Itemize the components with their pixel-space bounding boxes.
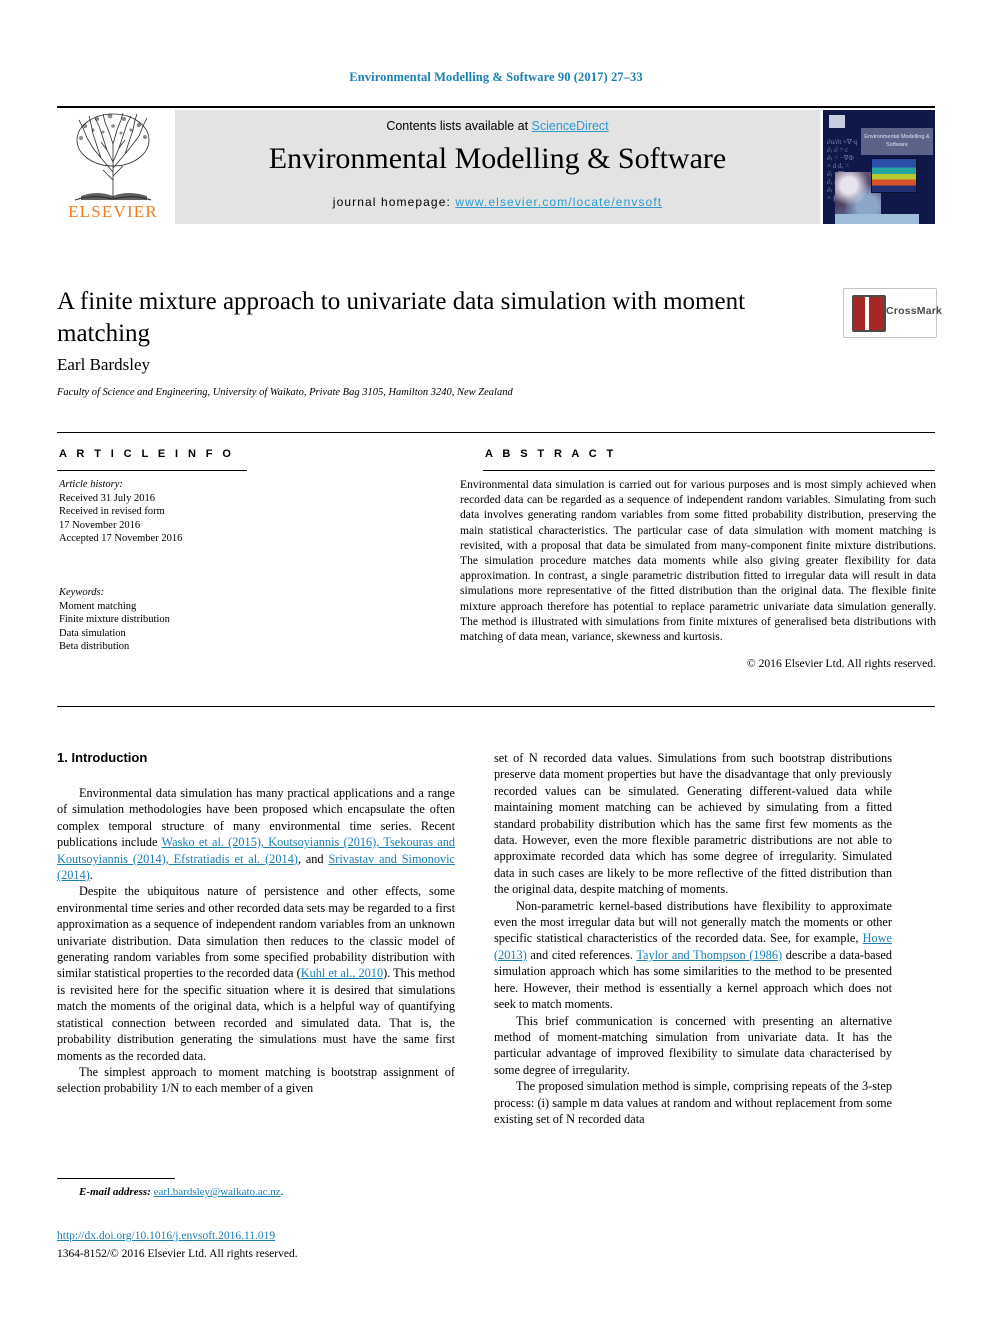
contents-prefix: Contents lists available at	[386, 119, 532, 133]
issn-copyright-line: 1364-8152/© 2016 Elsevier Ltd. All right…	[57, 1248, 298, 1260]
page-title: A finite mixture approach to univariate …	[57, 288, 746, 347]
email-suffix: .	[280, 1186, 284, 1198]
body-column-right: set of N recorded data values. Simulatio…	[494, 750, 892, 1127]
email-link[interactable]: earl.bardsley@waikato.ac.nz	[154, 1186, 281, 1198]
body-paragraph: The simplest approach to moment matching…	[57, 1064, 455, 1097]
abstract-heading: A B S T R A C T	[485, 448, 617, 460]
paragraph-text: and cited references.	[526, 947, 637, 962]
paragraph-text: set of N recorded data values. Simulatio…	[494, 751, 892, 897]
article-history-line: Received in revised form	[59, 506, 165, 518]
email-label: E-mail address:	[79, 1186, 151, 1198]
paragraph-text: , and	[297, 851, 329, 866]
keywords-list: Keywords: Moment matching Finite mixture…	[59, 586, 259, 654]
journal-cover-thumbnail: ∂u/∂t +∇·q∂ₓ ∂ = c∂ₜ = −∇Φ+ d dₓ =∂ₜ +∇²…	[823, 110, 935, 224]
journal-homepage-line: journal homepage: www.elsevier.com/locat…	[175, 195, 820, 209]
elsevier-logo: ELSEVIER	[57, 108, 169, 226]
keyword-item: Moment matching	[59, 600, 137, 612]
body-column-left: 1. Introduction Environmental data simul…	[57, 750, 455, 1097]
citation-link[interactable]: Taylor and Thompson (1986)	[636, 948, 782, 962]
elsevier-tree-icon	[74, 112, 152, 201]
body-paragraph: Environmental data simulation has many p…	[57, 785, 455, 883]
author-name: Earl Bardsley	[57, 355, 150, 374]
corresponding-email-line: E-mail address: earl.bardsley@waikato.ac…	[57, 1186, 457, 1198]
left-paragraphs: Environmental data simulation has many p…	[57, 785, 455, 1097]
right-paragraphs: set of N recorded data values. Simulatio…	[494, 750, 892, 1127]
paragraph-text: This brief communication is concerned wi…	[494, 1013, 892, 1077]
body-paragraph: This brief communication is concerned wi…	[494, 1013, 892, 1079]
paragraph-text: The proposed simulation method is simple…	[494, 1079, 892, 1126]
author-affiliation: Faculty of Science and Engineering, Univ…	[57, 387, 513, 398]
running-head: Environmental Modelling & Software 90 (2…	[349, 70, 643, 84]
crossmark-label: CrossMark	[886, 305, 943, 317]
paragraph-text: The simplest approach to moment matching…	[57, 1064, 455, 1096]
article-history: Article history: Received 31 July 2016 R…	[59, 478, 259, 546]
contents-line: Contents lists available at ScienceDirec…	[175, 119, 820, 133]
paragraph-text: ). This method is revisited here for the…	[57, 966, 455, 1063]
article-page: Environmental Modelling & Software 90 (2…	[0, 0, 992, 1323]
article-history-line: 17 November 2016	[59, 519, 141, 531]
paragraph-text: Non-parametric kernel-based distribution…	[494, 898, 892, 946]
article-history-label: Article history:	[59, 479, 123, 490]
cover-title-band: Environmental Modelling & Software	[861, 128, 933, 155]
body-paragraph: set of N recorded data values. Simulatio…	[494, 750, 892, 898]
homepage-prefix: journal homepage:	[332, 195, 456, 209]
abstract-text: Environmental data simulation is carried…	[460, 478, 936, 644]
keywords-label: Keywords:	[59, 587, 105, 598]
elsevier-wordmark: ELSEVIER	[68, 202, 158, 221]
section-heading-introduction: 1. Introduction	[57, 750, 148, 765]
abstract-copyright: © 2016 Elsevier Ltd. All rights reserved…	[746, 657, 936, 670]
abstract-band-bottom-rule	[57, 706, 935, 707]
keyword-item: Finite mixture distribution	[59, 614, 170, 626]
citation-link[interactable]: Kuhl et al., 2010	[301, 966, 383, 980]
crossmark-badge[interactable]: CrossMark	[843, 288, 942, 338]
paragraph-text: .	[89, 868, 93, 883]
article-history-line: Received 31 July 2016	[59, 492, 155, 504]
footnote-rule	[57, 1178, 175, 1179]
journal-homepage-link[interactable]: www.elsevier.com/locate/envsoft	[455, 195, 662, 209]
doi-link[interactable]: http://dx.doi.org/10.1016/j.envsoft.2016…	[57, 1230, 275, 1242]
masthead-center-panel: Contents lists available at ScienceDirec…	[175, 110, 820, 224]
journal-title: Environmental Modelling & Software	[268, 142, 727, 175]
article-info-heading: A R T I C L E I N F O	[59, 448, 235, 460]
journal-masthead: ELSEVIER Contents lists available at Sci…	[57, 108, 935, 226]
cover-title-text: Environmental Modelling & Software	[864, 134, 930, 148]
article-info-rule	[57, 470, 247, 471]
keyword-item: Beta distribution	[59, 641, 130, 653]
keyword-item: Data simulation	[59, 627, 126, 639]
body-paragraph: Non-parametric kernel-based distribution…	[494, 898, 892, 1013]
cover-terrain-image	[871, 158, 917, 193]
article-history-line: Accepted 17 November 2016	[59, 533, 183, 545]
body-paragraph: The proposed simulation method is simple…	[494, 1078, 892, 1127]
cover-publisher-logo-icon	[829, 115, 845, 128]
cover-bottom-strip	[835, 214, 919, 224]
sciencedirect-link[interactable]: ScienceDirect	[532, 119, 609, 133]
abstract-rule	[483, 470, 935, 471]
body-paragraph: Despite the ubiquitous nature of persist…	[57, 883, 455, 1063]
crossmark-book-icon	[852, 295, 886, 332]
abstract-band-top-rule	[57, 432, 935, 433]
